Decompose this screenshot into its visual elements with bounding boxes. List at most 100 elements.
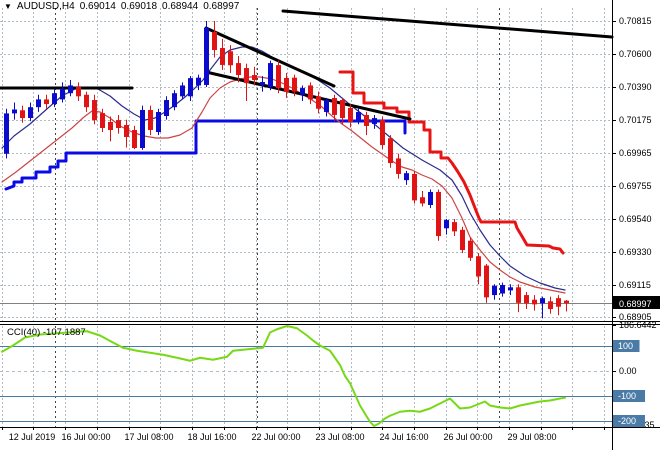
price-axis-label: 0.69965 <box>619 148 652 158</box>
price-axis-label: 0.70175 <box>619 115 652 125</box>
candle-body <box>436 191 441 237</box>
candle-body <box>556 298 561 307</box>
candle-body <box>68 85 73 94</box>
cci-level-label: -100 <box>618 391 636 401</box>
candle-body <box>132 130 137 149</box>
candle-body <box>220 48 225 65</box>
candle-body <box>244 68 249 84</box>
candle-body <box>308 85 313 100</box>
candle-body <box>276 65 281 89</box>
candle-body <box>228 51 233 66</box>
candle-body <box>444 220 449 229</box>
candle-body <box>188 78 193 97</box>
price-axis-label: 0.69540 <box>619 214 652 224</box>
candle-body <box>108 121 113 131</box>
time-axis-label: 24 Jul 16:00 <box>379 432 428 442</box>
chart-window: 0.70815 0.70600 0.70390 0.70175 0.69965 0.697… <box>0 0 660 450</box>
candle-body <box>548 301 553 310</box>
candle-body <box>260 82 265 85</box>
time-axis-label: 16 Jul 00:00 <box>61 432 110 442</box>
candle-body <box>172 93 177 108</box>
candle-body <box>452 222 457 232</box>
candle-body <box>156 111 161 133</box>
candle-body <box>356 111 361 121</box>
candle-body <box>76 86 81 97</box>
candle-body <box>364 114 369 126</box>
time-axis-label: 23 Jul 08:00 <box>315 432 364 442</box>
candle-body <box>388 138 393 164</box>
candle-body <box>36 99 41 108</box>
candle-body <box>532 299 537 305</box>
candle-body <box>100 113 105 128</box>
candle-body <box>252 75 257 81</box>
candle-body <box>44 99 49 105</box>
candle-body <box>92 100 97 121</box>
candle-body <box>484 265 489 298</box>
symbol-period-label: AUDUSD,H4 <box>16 1 75 12</box>
ohlc-high: 0.69018 <box>120 1 158 12</box>
price-axis-label: 0.69755 <box>619 181 652 191</box>
time-axis-label: 18 Jul 16:00 <box>187 432 236 442</box>
indicator-label: CCI(40) -107.1887 <box>7 327 86 338</box>
candle-body <box>508 287 513 291</box>
time-axis-label: 26 Jul 00:00 <box>443 432 492 442</box>
time-axis-label: 29 Jul 08:00 <box>507 432 556 442</box>
candle-body <box>332 98 337 115</box>
candle-body <box>268 63 273 87</box>
candle-body <box>116 120 121 128</box>
candle-body <box>348 107 353 122</box>
ohlc-close: 0.68997 <box>203 1 240 12</box>
ohlc-open: 0.69014 <box>79 1 116 12</box>
symbol-dropdown-icon[interactable]: ▼ <box>4 2 12 11</box>
candle-body <box>140 109 145 149</box>
candle-body <box>468 240 473 258</box>
candle-body <box>324 100 329 112</box>
chart-background <box>0 0 660 450</box>
candle-body <box>60 88 65 100</box>
candle-body <box>460 229 465 251</box>
candle-body <box>124 125 129 137</box>
current-price-label: 0.68997 <box>619 299 652 309</box>
cci-axis-label: 186.6442 <box>619 320 657 330</box>
price-axis-label: 0.70390 <box>619 82 652 92</box>
candle-body <box>292 77 297 92</box>
candle-body <box>540 298 545 304</box>
price-chart-canvas[interactable]: 0.70815 0.70600 0.70390 0.70175 0.69965 0.697… <box>0 0 660 450</box>
candle-body <box>180 85 185 97</box>
candle-body <box>412 173 417 201</box>
ohlc-low: 0.68944 <box>162 1 199 12</box>
candle-body <box>52 93 57 105</box>
candle-body <box>396 158 401 174</box>
candle-body <box>492 285 497 296</box>
cci-level-label: 100 <box>618 341 633 351</box>
candle-body <box>428 191 433 206</box>
candle-body <box>372 118 377 124</box>
candle-body <box>404 173 409 181</box>
price-axis-label: 0.69330 <box>619 247 652 257</box>
candle-body <box>420 197 425 204</box>
price-axis-label: 0.70815 <box>619 16 652 26</box>
candle-body <box>164 100 169 117</box>
candle-body <box>340 100 345 119</box>
candle-body <box>524 295 529 304</box>
candle-body <box>564 300 569 304</box>
time-axis-label: 22 Jul 00:00 <box>251 432 300 442</box>
candle-body <box>212 31 217 51</box>
candle-body <box>316 96 321 109</box>
candle-body <box>20 110 25 119</box>
cci-level-label: -200 <box>618 416 636 426</box>
time-axis-label: 12 Jul 2019 <box>9 432 56 442</box>
chart-title: ▼ AUDUSD,H4 0.69014 0.69018 0.68944 0.68997 <box>4 1 244 12</box>
price-axis-label: 0.69115 <box>619 280 651 290</box>
candle-body <box>516 287 521 303</box>
candle-body <box>84 94 89 108</box>
candle-body <box>12 109 17 114</box>
candle-body <box>204 27 209 85</box>
candle-body <box>28 107 33 119</box>
candle-body <box>476 256 481 277</box>
candle-body <box>500 284 505 294</box>
candle-body <box>284 77 289 92</box>
price-axis-label: 0.70600 <box>619 49 652 59</box>
candle-body <box>148 109 153 131</box>
candle-body <box>4 113 9 154</box>
